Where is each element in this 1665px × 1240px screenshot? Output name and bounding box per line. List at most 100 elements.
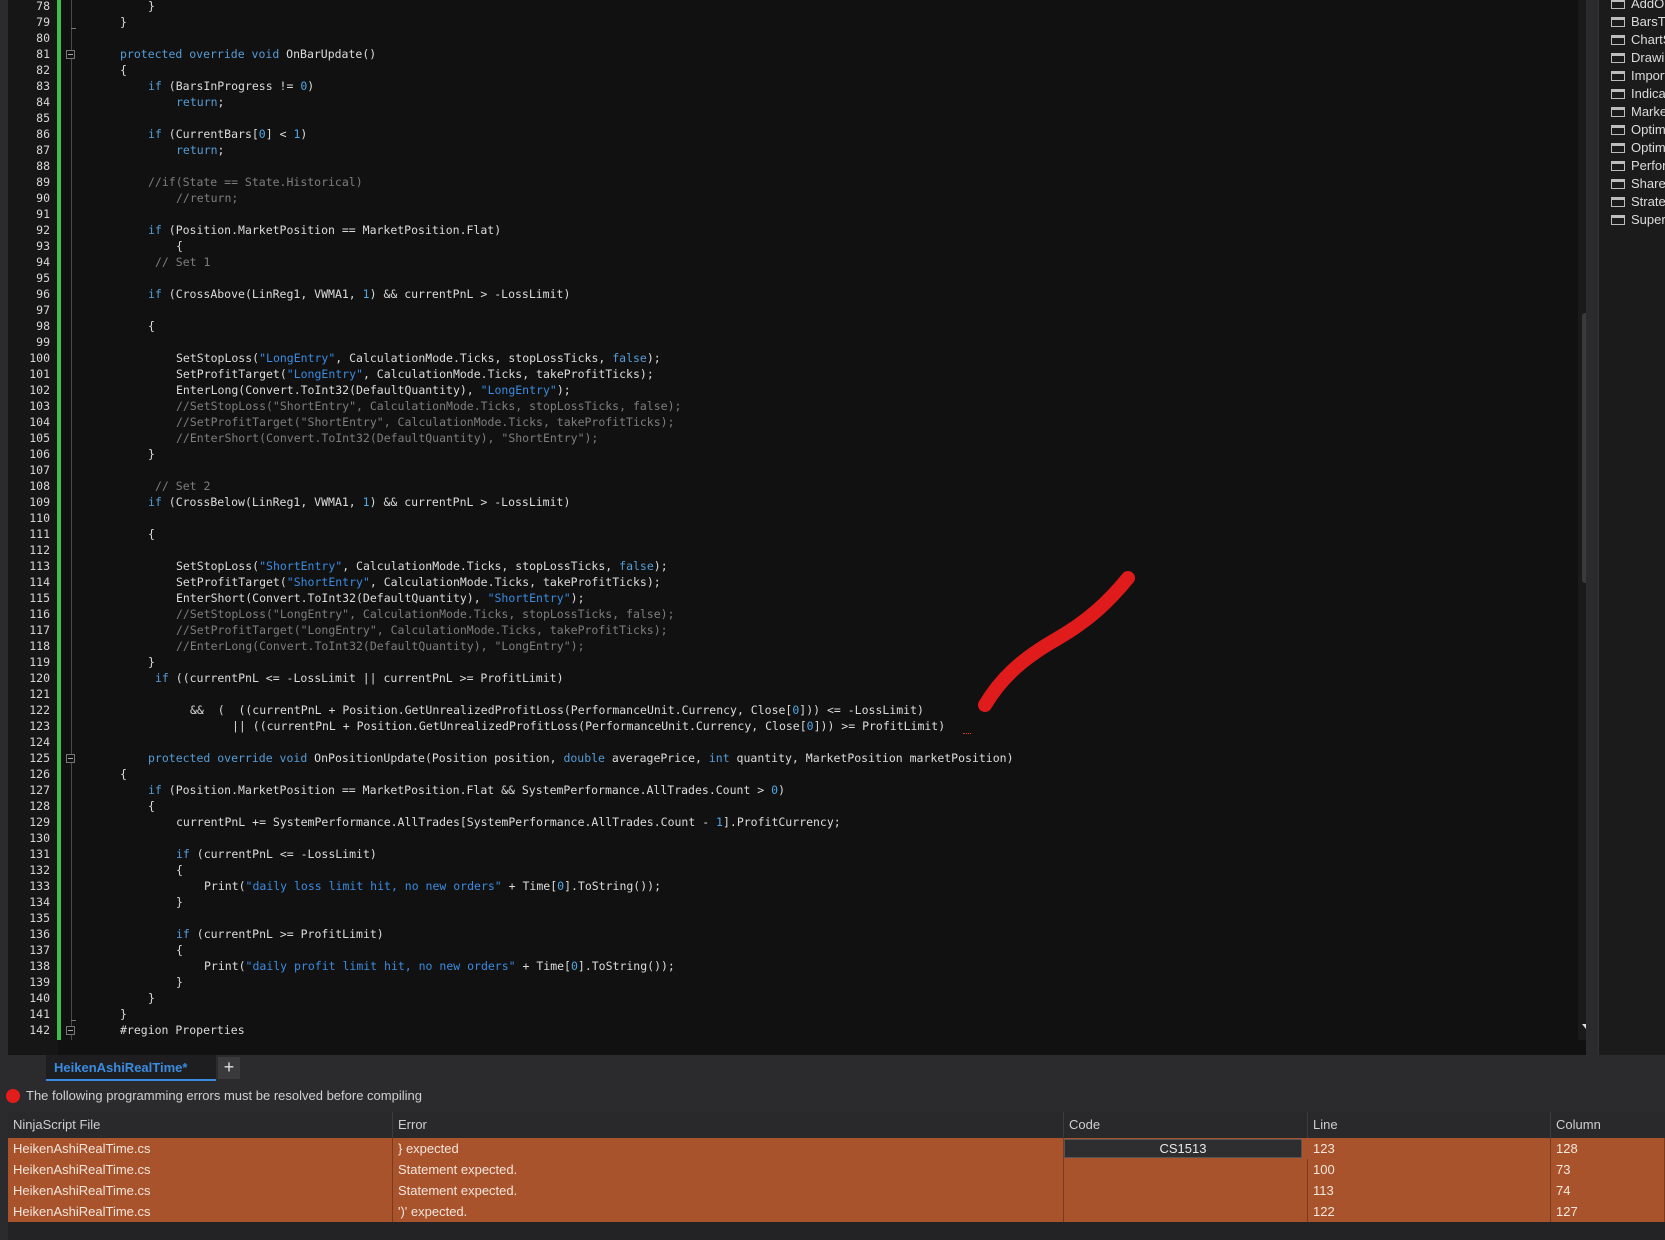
code-line[interactable]: { <box>176 942 183 958</box>
code-line[interactable]: if (Position.MarketPosition == MarketPos… <box>148 782 785 798</box>
header-code[interactable]: Code <box>1064 1112 1308 1138</box>
fold-toggle-icon[interactable] <box>66 754 75 763</box>
code-line[interactable]: //if(State == State.Historical) <box>148 174 363 190</box>
code-line[interactable]: Print("daily profit limit hit, no new or… <box>204 958 675 974</box>
code-line[interactable]: // Set 2 <box>155 478 210 494</box>
code-line[interactable]: return; <box>176 142 224 158</box>
code-line[interactable]: } <box>148 990 155 1006</box>
error-row[interactable]: HeikenAshiRealTime.cs Statement expected.… <box>8 1180 1665 1201</box>
tab-heikenashirealtime[interactable]: HeikenAshiRealTime* <box>46 1055 216 1081</box>
code-line[interactable]: { <box>120 766 127 782</box>
code-line[interactable]: SetStopLoss("ShortEntry", CalculationMod… <box>176 558 668 574</box>
explorer-folder[interactable]: SuperDomColumns <box>1611 211 1665 229</box>
code-line[interactable]: protected override void OnPositionUpdate… <box>148 750 1014 766</box>
error-row[interactable]: HeikenAshiRealTime.cs} expected CS1513 123… <box>8 1138 1665 1159</box>
line-number: 83 <box>36 79 50 93</box>
explorer-folder[interactable]: ShareServices <box>1611 175 1665 193</box>
add-tab-button[interactable]: + <box>218 1057 240 1079</box>
explorer-folder[interactable]: PerformanceMetrics <box>1611 157 1665 175</box>
error-row[interactable]: HeikenAshiRealTime.cs ')' expected. 122 127 <box>8 1201 1665 1222</box>
explorer-folder[interactable]: DrawingTools <box>1611 49 1665 67</box>
header-column[interactable]: Column <box>1551 1112 1665 1138</box>
code-line[interactable]: return; <box>176 94 224 110</box>
code-line[interactable]: SetProfitTarget("ShortEntry", Calculatio… <box>176 574 661 590</box>
code-token: "ShortEntry" <box>259 559 343 573</box>
code-token: ); <box>646 351 661 365</box>
code-line[interactable]: { <box>148 526 155 542</box>
header-error[interactable]: Error <box>393 1112 1064 1138</box>
folder-icon <box>1611 0 1625 9</box>
code-token: ); <box>570 591 585 605</box>
code-line[interactable]: //SetStopLoss("ShortEntry", CalculationM… <box>176 398 681 414</box>
scroll-down-arrow-icon[interactable] <box>1582 1024 1586 1029</box>
code-line[interactable]: { <box>120 62 127 78</box>
scrollbar-thumb[interactable] <box>1582 313 1586 583</box>
code-line[interactable]: //SetStopLoss("LongEntry", CalculationMo… <box>176 606 675 622</box>
error-file-cell: HeikenAshiRealTime.cs <box>8 1159 393 1180</box>
code-line[interactable]: } <box>148 0 155 14</box>
code-line[interactable]: EnterLong(Convert.ToInt32(DefaultQuantit… <box>176 382 571 398</box>
code-line[interactable]: if (currentPnL <= -LossLimit) <box>176 846 377 862</box>
explorer-folder[interactable]: ChartStyles <box>1611 31 1665 49</box>
code-line[interactable]: //EnterLong(Convert.ToInt32(DefaultQuant… <box>176 638 585 654</box>
code-line[interactable]: if (BarsInProgress != 0) <box>148 78 314 94</box>
header-file[interactable]: NinjaScript File <box>8 1112 393 1138</box>
code-line[interactable]: } <box>148 654 155 670</box>
code-line[interactable]: currentPnL += SystemPerformance.AllTrade… <box>176 814 841 830</box>
code-line[interactable]: //EnterShort(Convert.ToInt32(DefaultQuan… <box>176 430 598 446</box>
code-line[interactable]: EnterShort(Convert.ToInt32(DefaultQuanti… <box>176 590 585 606</box>
code-line[interactable]: #region Properties <box>120 1022 245 1038</box>
code-line[interactable]: } <box>120 1006 127 1022</box>
explorer-folder[interactable]: Optimizers <box>1611 139 1665 157</box>
vertical-scrollbar[interactable] <box>1578 0 1586 1040</box>
explorer-folder[interactable]: ImportTypes <box>1611 67 1665 85</box>
explorer-folder[interactable]: Strategies <box>1611 193 1665 211</box>
code-token: , CalculationMode.Ticks, stopLossTicks, <box>335 351 613 365</box>
code-line[interactable]: protected override void OnBarUpdate() <box>120 46 376 62</box>
fold-toggle-icon[interactable] <box>66 1026 75 1035</box>
code-line[interactable]: if (Position.MarketPosition == MarketPos… <box>148 222 501 238</box>
code-token: { <box>120 767 127 781</box>
line-number: 133 <box>29 879 50 893</box>
code-line[interactable]: SetProfitTarget("LongEntry", Calculation… <box>176 366 654 382</box>
code-token: } <box>176 975 183 989</box>
code-line[interactable]: && ( ((currentPnL + Position.GetUnrealiz… <box>190 702 924 718</box>
explorer-folder[interactable]: OptimizationFitnesses <box>1611 121 1665 139</box>
line-number: 110 <box>29 511 50 525</box>
code-line[interactable]: //SetProfitTarget("LongEntry", Calculati… <box>176 622 668 638</box>
explorer-folder[interactable]: BarsTypes <box>1611 13 1665 31</box>
fold-toggle-icon[interactable] <box>66 50 75 59</box>
code-line[interactable]: SetStopLoss("LongEntry", CalculationMode… <box>176 350 661 366</box>
line-number: 118 <box>29 639 50 653</box>
explorer-folder[interactable]: MarketAnalyzerColumns <box>1611 103 1665 121</box>
explorer-folder[interactable]: Indicators <box>1611 85 1665 103</box>
code-line[interactable]: //SetProfitTarget("ShortEntry", Calculat… <box>176 414 675 430</box>
line-number: 114 <box>29 575 50 589</box>
code-line[interactable]: // Set 1 <box>155 254 210 270</box>
code-line[interactable]: if (currentPnL >= ProfitLimit) <box>176 926 384 942</box>
explorer-folder[interactable]: AddOns <box>1611 0 1665 13</box>
code-token: } <box>148 655 155 669</box>
code-line[interactable]: if (CurrentBars[0] < 1) <box>148 126 307 142</box>
ninjascript-explorer-panel: AddOns BarsTypes ChartStyles DrawingTools Im… <box>1598 0 1665 1055</box>
error-row[interactable]: HeikenAshiRealTime.cs Statement expected.… <box>8 1159 1665 1180</box>
header-line[interactable]: Line <box>1308 1112 1551 1138</box>
code-line[interactable]: || ((currentPnL + Position.GetUnrealized… <box>232 718 945 734</box>
code-line[interactable]: } <box>176 894 183 910</box>
code-line[interactable]: if (CrossBelow(LinReg1, VWMA1, 1) && cur… <box>148 494 570 510</box>
code-line[interactable]: { <box>176 238 183 254</box>
code-token: return <box>176 143 218 157</box>
code-line[interactable]: { <box>148 318 155 334</box>
code-line[interactable]: //return; <box>176 190 238 206</box>
code-editor[interactable]: 78 79 80 81 82 83 84 85 86 87 88 89 90 91 92 93 94 95 96 97… <box>8 0 1586 1055</box>
code-token: ] < <box>265 127 294 141</box>
code-line[interactable]: { <box>176 862 183 878</box>
code-line[interactable]: Print("daily loss limit hit, no new orde… <box>204 878 661 894</box>
code-line[interactable]: } <box>120 14 127 30</box>
code-line[interactable]: } <box>176 974 183 990</box>
error-code-cell[interactable]: CS1513 <box>1064 1139 1302 1158</box>
code-line[interactable]: if ((currentPnL <= -LossLimit || current… <box>155 670 564 686</box>
code-line[interactable]: if (CrossAbove(LinReg1, VWMA1, 1) && cur… <box>148 286 570 302</box>
code-line[interactable]: } <box>148 446 155 462</box>
code-line[interactable]: { <box>148 798 155 814</box>
